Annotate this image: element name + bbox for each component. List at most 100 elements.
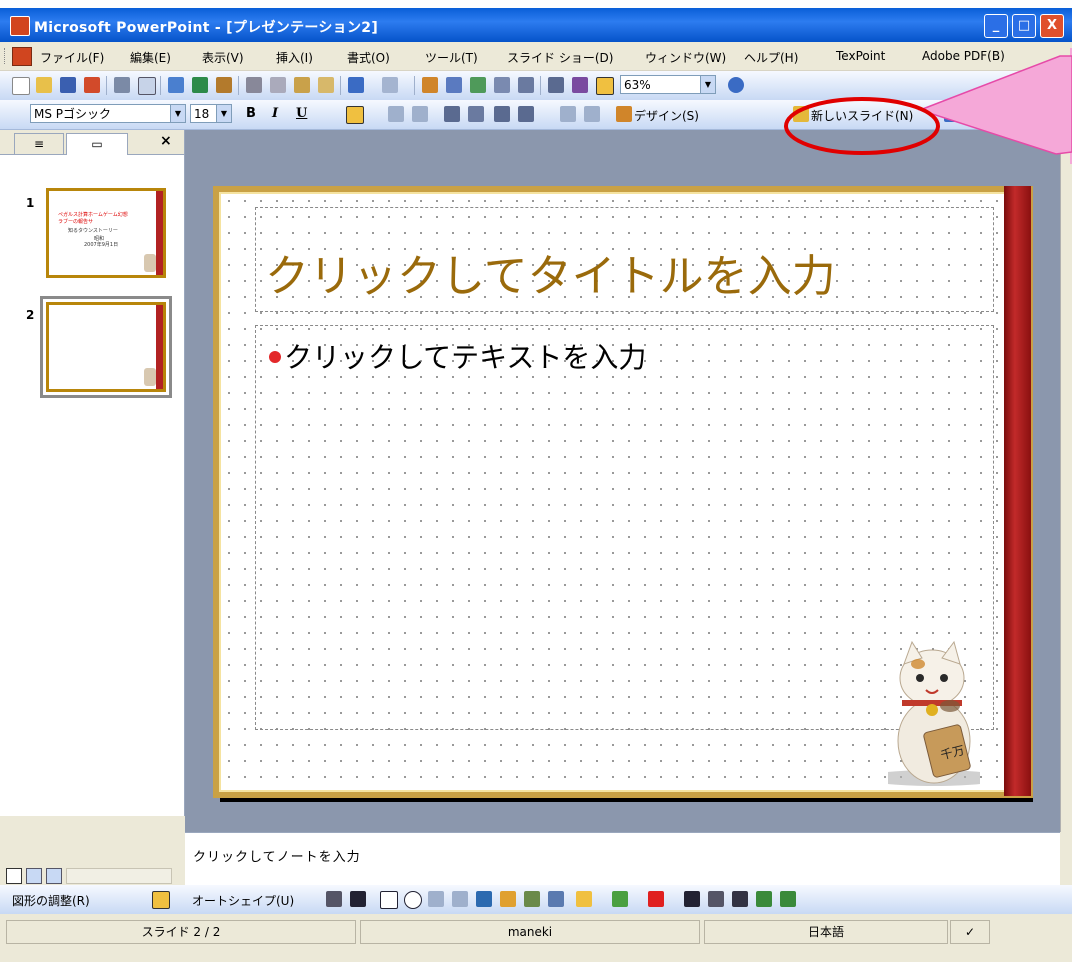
increase-indent-icon[interactable]	[584, 106, 600, 122]
arrow-icon[interactable]	[350, 891, 366, 907]
tab-outline[interactable]: ≡	[14, 133, 64, 154]
help-icon[interactable]	[728, 77, 744, 93]
chevron-down-icon[interactable]: ▼	[170, 105, 185, 122]
autoshapes-button[interactable]: オートシェイプ(U)	[192, 892, 294, 909]
expand-all-icon[interactable]	[548, 77, 564, 93]
dash-style-icon[interactable]	[708, 891, 724, 907]
font-name-select[interactable]: MS Pゴシック ▼	[30, 104, 186, 123]
vertical-scrollbar[interactable]	[1060, 130, 1072, 832]
insert-table-icon[interactable]	[446, 77, 462, 93]
design-icon[interactable]	[616, 106, 632, 122]
diagram-icon[interactable]	[500, 891, 516, 907]
insert-chart-icon[interactable]	[422, 77, 438, 93]
slide-icon[interactable]	[968, 106, 984, 122]
shadow-icon[interactable]	[756, 891, 772, 907]
wordart-icon[interactable]	[476, 891, 492, 907]
grid-icon[interactable]	[518, 77, 534, 93]
horizontal-scrollbar[interactable]	[66, 868, 172, 884]
print-icon[interactable]	[114, 77, 130, 93]
tab-slides[interactable]: ▭	[66, 133, 128, 155]
permission-icon[interactable]	[84, 77, 100, 93]
title-placeholder-text[interactable]: クリックしてタイトルを入力	[265, 240, 836, 304]
slideshow-view-icon[interactable]	[46, 868, 62, 884]
body-placeholder[interactable]	[255, 325, 994, 730]
spelling-icon[interactable]	[168, 77, 184, 93]
line-style-icon[interactable]	[684, 891, 700, 907]
menu-texpoint[interactable]: TexPoint	[836, 49, 885, 63]
close-pane-icon[interactable]	[1006, 106, 1022, 122]
open-icon[interactable]	[36, 77, 52, 93]
underline-button[interactable]: U	[296, 106, 307, 121]
zoom-select[interactable]: 63% ▼	[620, 75, 716, 94]
columns-icon[interactable]	[494, 77, 510, 93]
menu-file[interactable]: ファイル(F)	[40, 49, 104, 66]
maximize-button[interactable]: □	[1012, 14, 1036, 38]
menu-format[interactable]: 書式(O)	[347, 49, 390, 66]
minimize-button[interactable]: _	[984, 14, 1008, 38]
decrease-indent-icon[interactable]	[560, 106, 576, 122]
show-formatting-icon[interactable]	[572, 77, 588, 93]
font-size-select[interactable]: 18 ▼	[190, 104, 232, 123]
bold-button[interactable]: B	[246, 106, 256, 121]
numbering-icon[interactable]	[388, 106, 404, 122]
research-icon[interactable]	[192, 77, 208, 93]
3d-icon[interactable]	[780, 891, 796, 907]
draw-menu-button[interactable]: 図形の調整(R)	[12, 892, 90, 909]
redo-icon[interactable]	[382, 77, 398, 93]
menu-insert[interactable]: 挿入(I)	[276, 49, 313, 66]
tables-borders-icon[interactable]	[470, 77, 486, 93]
align-left-icon[interactable]	[346, 106, 364, 124]
decrease-font-icon[interactable]	[468, 106, 484, 122]
picture-icon[interactable]	[548, 891, 564, 907]
slide-sorter-icon[interactable]	[26, 868, 42, 884]
notes-placeholder[interactable]: クリックしてノートを入力	[193, 846, 361, 865]
separator	[340, 76, 341, 95]
superscript-icon[interactable]	[518, 106, 534, 122]
menu-tools[interactable]: ツール(T)	[425, 49, 478, 66]
grid-toggle-icon[interactable]	[596, 77, 614, 95]
menu-window[interactable]: ウィンドウ(W)	[645, 49, 726, 66]
close-pane-button[interactable]: ×	[160, 133, 172, 149]
vertical-textbox-icon[interactable]	[452, 891, 468, 907]
slide-thumbnail-1[interactable]: ペガルス計算ホームゲーム幻想 ラブーの報告サ 知るタウンストーリー 昭和 200…	[46, 188, 166, 278]
arrow-style-icon[interactable]	[732, 891, 748, 907]
normal-view-icon[interactable]	[6, 868, 22, 884]
menu-view[interactable]: 表示(V)	[202, 49, 244, 66]
format-painter-icon[interactable]	[318, 77, 334, 93]
close-button[interactable]: X	[1040, 14, 1064, 38]
textbox-icon[interactable]	[428, 891, 444, 907]
italic-button[interactable]: I	[272, 106, 278, 121]
new-icon[interactable]	[12, 77, 30, 95]
print-preview-icon[interactable]	[138, 77, 156, 95]
menu-help[interactable]: ヘルプ(H)	[744, 49, 798, 66]
slide-thumbnail-2[interactable]	[40, 296, 172, 398]
thesaurus-icon[interactable]	[216, 77, 232, 93]
new-slide-button[interactable]: 新しいスライド(N)	[811, 107, 913, 124]
menu-adobe-pdf[interactable]: Adobe PDF(B)	[922, 49, 1005, 63]
select-pointer-icon[interactable]	[152, 891, 170, 909]
design-button[interactable]: デザイン(S)	[634, 107, 699, 124]
undo-icon[interactable]	[348, 77, 364, 93]
increase-font-icon[interactable]	[444, 106, 460, 122]
menu-edit[interactable]: 編集(E)	[130, 49, 171, 66]
save-icon[interactable]	[60, 77, 76, 93]
rectangle-icon[interactable]	[380, 891, 398, 909]
menu-slideshow[interactable]: スライド ショー(D)	[507, 49, 613, 66]
copy-icon[interactable]	[270, 77, 286, 93]
chevron-down-icon[interactable]: ▼	[216, 105, 231, 122]
subscript-icon[interactable]	[494, 106, 510, 122]
new-slide-icon[interactable]	[793, 106, 809, 122]
bullets-icon[interactable]	[412, 106, 428, 122]
fill-color-icon[interactable]	[576, 891, 592, 907]
line-color-icon[interactable]	[612, 891, 628, 907]
toolbar-options-icon[interactable]	[944, 106, 960, 122]
line-icon[interactable]	[326, 891, 342, 907]
chevron-down-icon[interactable]: ▼	[700, 76, 715, 93]
font-color-icon[interactable]	[648, 891, 664, 907]
oval-icon[interactable]	[404, 891, 422, 909]
document-icon[interactable]	[12, 47, 32, 66]
clipart-icon[interactable]	[524, 891, 540, 907]
body-placeholder-text[interactable]: クリックしてテキストを入力	[284, 336, 646, 376]
paste-icon[interactable]	[294, 77, 310, 93]
cut-icon[interactable]	[246, 77, 262, 93]
